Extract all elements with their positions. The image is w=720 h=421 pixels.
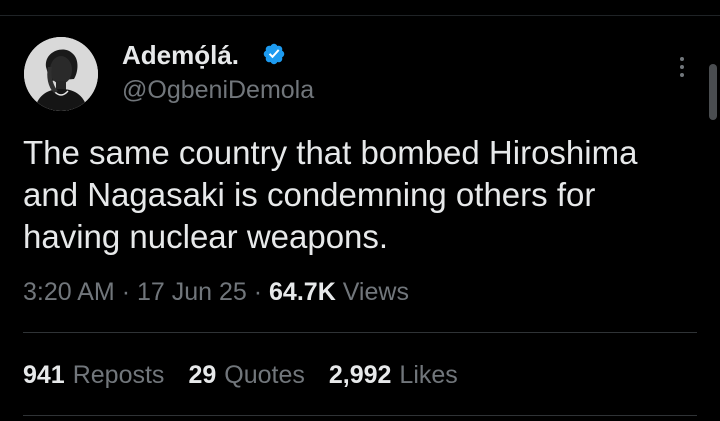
verified-badge-icon — [263, 43, 285, 65]
engagement-stats: 941 Reposts 29 Quotes 2,992 Likes — [23, 360, 458, 390]
profile-photo — [24, 37, 98, 111]
reposts-count: 941 — [23, 361, 65, 389]
views-count: 64.7K — [269, 278, 336, 306]
reposts-stat[interactable]: 941 Reposts — [23, 360, 164, 390]
divider — [23, 415, 697, 416]
more-dot — [680, 57, 684, 61]
tweet-time[interactable]: 3:20 AM — [23, 278, 115, 306]
divider — [23, 332, 697, 333]
tweet-meta: 3:20 AM · 17 Jun 25 · 64.7K Views — [23, 277, 409, 307]
more-dot — [680, 73, 684, 77]
top-divider — [0, 15, 720, 16]
reposts-label: Reposts — [72, 361, 165, 389]
meta-separator: · — [121, 278, 131, 306]
likes-count: 2,992 — [328, 361, 392, 389]
quotes-stat[interactable]: 29 Quotes — [188, 360, 304, 390]
views-label: Views — [342, 278, 409, 306]
likes-label: Likes — [399, 361, 458, 389]
more-dot — [680, 65, 684, 69]
author-handle[interactable]: @OgbeniDemola — [122, 75, 314, 105]
meta-separator: · — [253, 278, 263, 306]
more-options-icon[interactable] — [670, 52, 694, 82]
quotes-count: 29 — [188, 361, 217, 389]
likes-stat[interactable]: 2,992 Likes — [329, 360, 458, 390]
avatar[interactable] — [24, 37, 98, 111]
quotes-label: Quotes — [224, 361, 305, 389]
tweet-date[interactable]: 17 Jun 25 — [137, 278, 247, 306]
tweet-text: The same country that bombed Hiroshima a… — [23, 134, 638, 255]
scrollbar[interactable] — [709, 64, 717, 120]
author-display-name[interactable]: Ademọ́lá. — [122, 40, 239, 70]
